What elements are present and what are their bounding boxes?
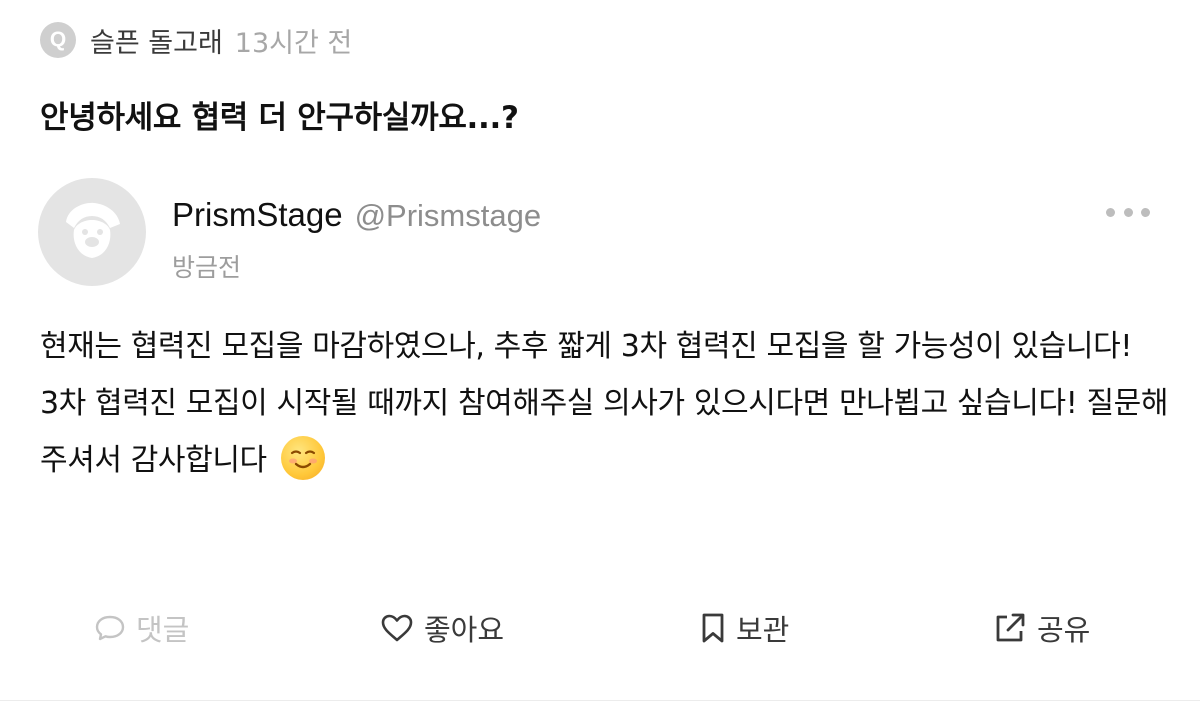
question-text: 안녕하세요 협력 더 안구하실까요...? <box>40 100 519 136</box>
share-button[interactable]: 공유 <box>993 598 1090 658</box>
smiling-face-emoji <box>280 436 325 480</box>
save-button[interactable]: 보관 <box>700 598 789 658</box>
question-time: 13시간 전 <box>234 27 353 59</box>
bookmark-icon <box>702 613 724 643</box>
q-badge-icon: Q <box>40 22 76 58</box>
post-time: 방금전 <box>172 253 242 282</box>
question-header: Q 슬픈 돌고래 13시간 전 <box>40 18 352 62</box>
reply-paragraph-2-text: 3차 협력진 모집이 시작될 때까지 참여해주실 의사가 있으시다면 만나뵙고 … <box>40 386 1169 478</box>
reply-paragraph-1: 현재는 협력진 모집을 마감하였으나, 추후 짧게 3차 협력진 모집을 할 가… <box>40 329 1132 364</box>
heart-icon <box>381 614 413 642</box>
comment-label: 댓글 <box>136 613 190 647</box>
share-icon <box>996 613 1025 642</box>
reply-author-row: PrismStage @Prismstage <box>172 196 541 234</box>
save-label: 보관 <box>736 613 790 647</box>
reply-body: 현재는 협력진 모집을 마감하였으나, 추후 짧게 3차 협력진 모집을 할 가… <box>40 318 1170 489</box>
avatar[interactable] <box>38 178 146 286</box>
dog-avatar-icon <box>66 202 120 258</box>
reply-paragraph-2: 3차 협력진 모집이 시작될 때까지 참여해주실 의사가 있으시다면 만나뵙고 … <box>40 375 1170 489</box>
share-label: 공유 <box>1037 613 1091 647</box>
action-bar: 댓글 좋아요 보관 공유 <box>0 598 1200 658</box>
divider <box>0 700 1200 701</box>
display-name[interactable]: PrismStage <box>172 196 343 234</box>
like-label: 좋아요 <box>424 613 505 647</box>
like-button[interactable]: 좋아요 <box>380 598 504 658</box>
user-handle[interactable]: @Prismstage <box>355 198 542 234</box>
question-author[interactable]: 슬픈 돌고래 <box>90 21 223 60</box>
more-dots-icon <box>1141 207 1150 217</box>
comment-button[interactable]: 댓글 <box>94 598 189 658</box>
more-options-button[interactable] <box>1106 200 1150 224</box>
comment-bubble-icon <box>95 615 125 641</box>
more-dots-icon <box>1123 207 1133 217</box>
more-dots-icon <box>1106 207 1115 217</box>
